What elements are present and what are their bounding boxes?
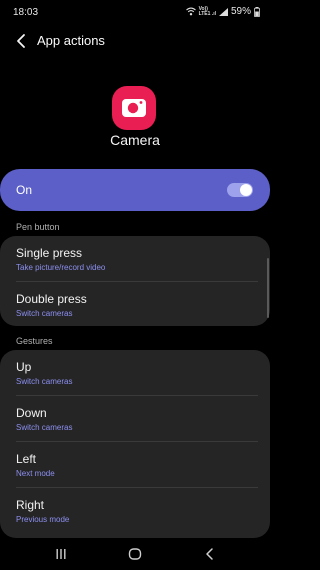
master-switch-bar[interactable]: On: [0, 169, 270, 211]
battery-icon: [254, 6, 260, 17]
status-time: 18:03: [13, 7, 39, 18]
list-item-down[interactable]: Down Switch cameras: [0, 396, 270, 442]
item-title: Up: [16, 360, 32, 374]
item-subtitle: Take picture/record video: [16, 263, 106, 272]
toggle-knob: [240, 184, 252, 196]
item-title: Right: [16, 498, 45, 512]
status-icons: Vo)) LTE1 .ıl 59%: [185, 5, 260, 17]
wifi-icon: [185, 7, 196, 16]
home-icon[interactable]: [125, 544, 145, 564]
battery-percent: 59%: [230, 6, 251, 17]
item-title: Single press: [16, 246, 83, 260]
section-header-gestures: Gestures: [16, 336, 53, 346]
status-bar: 18:03 Vo)) LTE1 .ıl 59%: [0, 0, 270, 26]
item-subtitle: Switch cameras: [16, 377, 73, 386]
navigation-bar: [0, 538, 270, 570]
pen-button-card: Single press Take picture/record video D…: [0, 236, 270, 326]
network-label: Vo)) LTE1 .ıl: [198, 5, 216, 17]
item-title: Left: [16, 452, 37, 466]
back-arrow-icon[interactable]: [12, 31, 32, 51]
list-item-single-press[interactable]: Single press Take picture/record video: [0, 236, 270, 282]
list-item-up[interactable]: Up Switch cameras: [0, 350, 270, 396]
master-switch-label: On: [16, 183, 33, 197]
item-subtitle: Previous mode: [16, 515, 70, 524]
item-subtitle: Switch cameras: [16, 423, 73, 432]
section-header-pen-button: Pen button: [16, 222, 60, 232]
page-title: App actions: [37, 33, 105, 48]
signal-icon: [218, 7, 228, 16]
item-subtitle: Switch cameras: [16, 309, 73, 318]
list-item-left[interactable]: Left Next mode: [0, 442, 270, 488]
item-subtitle: Next mode: [16, 469, 55, 478]
master-toggle[interactable]: [227, 183, 253, 197]
gestures-card: Up Switch cameras Down Switch cameras Le…: [0, 350, 270, 538]
item-title: Double press: [16, 292, 87, 306]
recents-icon[interactable]: [51, 544, 71, 564]
list-item-right[interactable]: Right Previous mode: [0, 488, 270, 534]
app-bar: App actions: [0, 26, 270, 56]
app-name: Camera: [110, 132, 160, 148]
camera-app-icon: [112, 86, 156, 130]
list-item-double-press[interactable]: Double press Switch cameras: [0, 282, 270, 328]
scroll-indicator[interactable]: [267, 258, 269, 318]
camera-icon: [122, 99, 146, 117]
back-icon[interactable]: [200, 544, 220, 564]
item-title: Down: [16, 406, 47, 420]
